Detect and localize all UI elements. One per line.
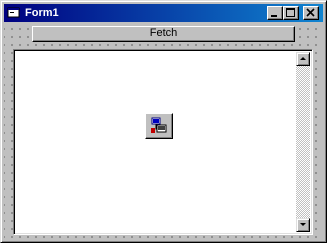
close-button[interactable] [303, 6, 319, 20]
scroll-down-button[interactable] [296, 218, 310, 232]
scroll-down-arrow-icon [300, 223, 306, 226]
maximize-button[interactable] [283, 6, 299, 20]
form-window: Form1 Fetch [0, 0, 327, 243]
scroll-up-arrow-icon [300, 57, 306, 60]
fetch-button[interactable]: Fetch [32, 26, 295, 42]
minimize-button[interactable] [267, 6, 283, 20]
results-listbox[interactable] [13, 49, 313, 235]
minimize-icon [271, 15, 277, 17]
close-icon [306, 8, 315, 17]
form-design-surface[interactable]: Fetch [4, 23, 323, 239]
scroll-up-button[interactable] [296, 52, 310, 66]
title-bar[interactable]: Form1 [4, 4, 323, 22]
vertical-scrollbar[interactable] [296, 52, 310, 232]
form-icon[interactable] [7, 6, 21, 20]
window-title: Form1 [25, 7, 59, 19]
network-control-icon[interactable] [145, 113, 173, 139]
maximize-icon [286, 8, 295, 17]
